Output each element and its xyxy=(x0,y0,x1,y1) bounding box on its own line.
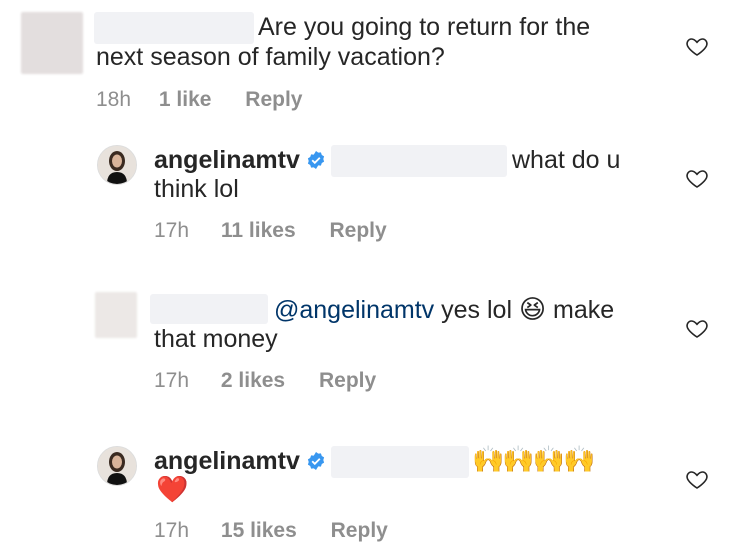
comment-meta: 17h 15 likes Reply xyxy=(154,519,388,543)
red-heart-emoji: ❤️ xyxy=(156,474,189,504)
comment-text-line1: @angelinamtv yes lol 😆 make xyxy=(274,294,614,325)
likes-count[interactable]: 15 likes xyxy=(221,519,297,542)
comment-time: 17h xyxy=(154,219,190,242)
redacted-mention xyxy=(331,145,507,177)
comment-time: 18h xyxy=(96,88,132,111)
comment-meta: 17h 11 likes Reply xyxy=(154,219,387,243)
profile-photo xyxy=(98,447,136,485)
mention-link[interactable]: @angelinamtv xyxy=(274,296,434,324)
comment-time: 17h xyxy=(154,519,190,542)
comment-meta: 17h 2 likes Reply xyxy=(154,369,376,393)
grinning-squinting-face-emoji: 😆 xyxy=(518,294,547,324)
comment-text-line1: what do u xyxy=(512,146,621,174)
redacted-mention xyxy=(331,446,469,478)
redacted-username xyxy=(94,12,254,44)
comment-text-line2: that money xyxy=(154,325,278,353)
avatar[interactable] xyxy=(97,446,137,486)
heart-icon[interactable] xyxy=(685,467,709,491)
raising-hands-emoji: 🙌🙌🙌🙌 xyxy=(472,444,595,474)
verified-badge-icon xyxy=(307,151,325,169)
reply-button[interactable]: Reply xyxy=(329,219,386,242)
comment-text-part2: make xyxy=(553,296,615,324)
heart-icon[interactable] xyxy=(685,316,709,340)
username[interactable]: angelinamtv xyxy=(154,446,300,476)
avatar[interactable] xyxy=(97,145,137,185)
verified-badge-icon xyxy=(307,452,325,470)
username[interactable]: angelinamtv xyxy=(154,145,300,175)
comment-text-line2: next season of family vacation? xyxy=(96,43,445,71)
avatar-blurred[interactable] xyxy=(95,292,137,338)
comment-time: 17h xyxy=(154,369,190,392)
comment-meta: 18h 1 like Reply xyxy=(96,88,302,112)
likes-count[interactable]: 1 like xyxy=(159,88,212,111)
reply-button[interactable]: Reply xyxy=(319,369,376,392)
likes-count[interactable]: 2 likes xyxy=(221,369,285,392)
redacted-username xyxy=(150,294,268,324)
comment-text-part1: yes lol xyxy=(441,296,513,324)
heart-icon[interactable] xyxy=(685,34,709,58)
likes-count[interactable]: 11 likes xyxy=(221,219,296,242)
profile-photo xyxy=(98,146,136,184)
reply-button[interactable]: Reply xyxy=(331,519,388,542)
reply-button[interactable]: Reply xyxy=(245,88,302,111)
heart-icon[interactable] xyxy=(685,166,709,190)
avatar-blurred[interactable] xyxy=(21,12,83,74)
comment-text-line2: think lol xyxy=(154,175,239,203)
comment-text-line1: Are you going to return for the xyxy=(258,13,591,41)
